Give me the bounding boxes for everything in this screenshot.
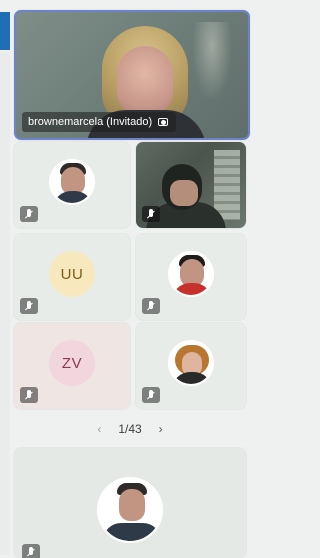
mic-off-icon [20, 206, 38, 222]
participant-video-tile[interactable] [136, 142, 246, 228]
initials-text: ZV [61, 354, 83, 372]
avatar-man-suit [97, 477, 163, 543]
window-edge-accent [0, 12, 10, 50]
avatar-man-red-shirt [168, 251, 214, 297]
participant-tile[interactable] [14, 142, 130, 228]
background-shelf [214, 150, 240, 220]
page-indicator: 1/43 [118, 422, 142, 436]
participant-name: brownemarcela (Invitado) [28, 116, 153, 128]
mic-off-icon [142, 387, 160, 403]
mic-off-icon [20, 387, 38, 403]
mic-off-icon [22, 544, 40, 558]
background-light [192, 22, 232, 102]
side-strip [0, 52, 10, 555]
participant-hand [170, 180, 198, 206]
person-frame-icon [158, 117, 170, 127]
participant-tile[interactable] [136, 323, 246, 409]
mic-off-icon [20, 298, 38, 314]
chevron-right-icon[interactable]: › [154, 422, 168, 436]
gallery-pagination: ‹ 1/43 › [14, 418, 246, 440]
chevron-left-icon[interactable]: ‹ [92, 422, 106, 436]
mic-off-icon [142, 298, 160, 314]
main-participant-tile[interactable]: brownemarcela (Invitado) [14, 10, 250, 140]
participant-name-chip: brownemarcela (Invitado) [22, 112, 177, 132]
avatar-man-dark-suit [49, 159, 95, 205]
participant-tile[interactable]: ZV [14, 323, 130, 409]
participant-tile[interactable] [136, 234, 246, 320]
initials-text: UU [60, 265, 84, 283]
participant-tile[interactable] [14, 448, 246, 558]
participant-face [117, 46, 173, 116]
initials-avatar: ZV [49, 340, 95, 386]
avatar-woman [168, 340, 214, 386]
mic-off-icon [142, 206, 160, 222]
initials-avatar: UU [49, 251, 95, 297]
participant-tile[interactable]: UU [14, 234, 130, 320]
